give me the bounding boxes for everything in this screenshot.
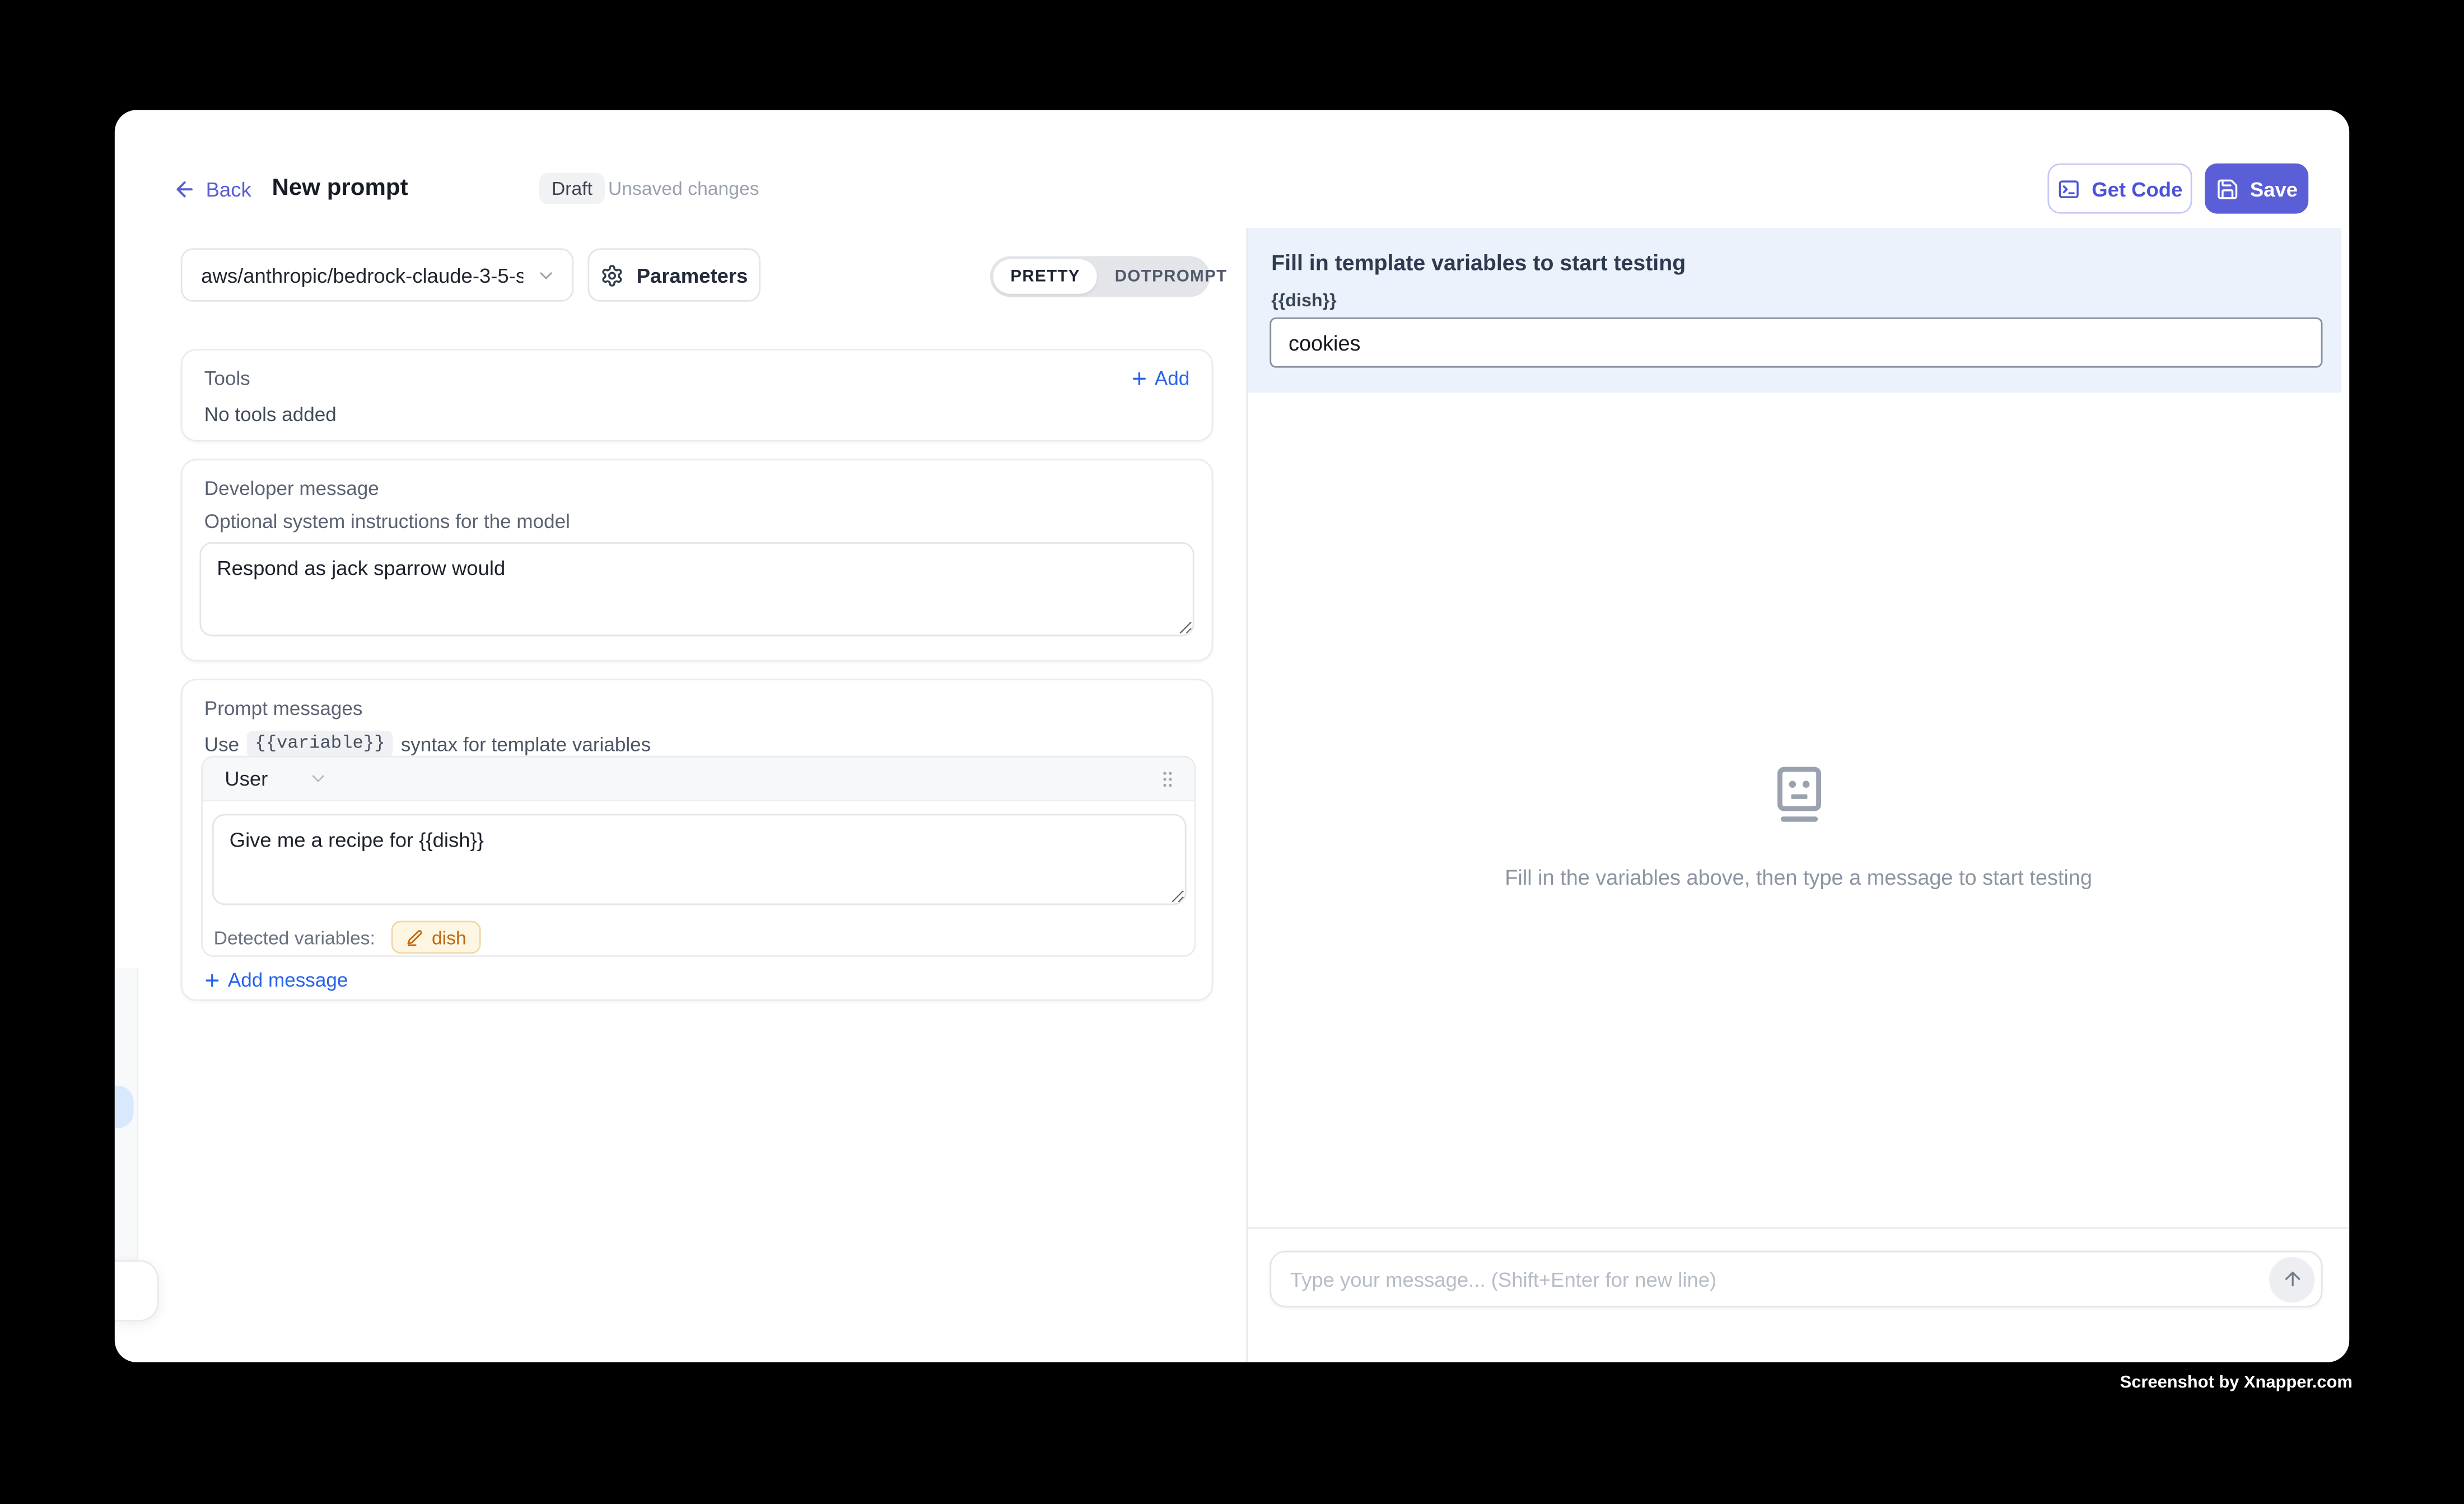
unsaved-changes-text: Unsaved changes bbox=[608, 178, 759, 199]
variable-name-label: {{dish}} bbox=[1271, 292, 1337, 311]
plus-icon bbox=[203, 971, 222, 990]
variable-badge-dish[interactable]: dish bbox=[391, 921, 480, 954]
variable-value-input[interactable] bbox=[1270, 317, 2322, 368]
message-block: User Detected variables: dish bbox=[201, 756, 1196, 957]
prompt-messages-title: Prompt messages bbox=[204, 698, 1189, 720]
tester-panel: Fill in template variables to start test… bbox=[1246, 228, 2349, 1362]
chat-input-bar bbox=[1270, 1251, 2322, 1307]
pencil-line-icon bbox=[405, 928, 424, 947]
message-header: User bbox=[203, 758, 1194, 802]
role-select-value: User bbox=[225, 767, 268, 790]
terminal-icon bbox=[2057, 177, 2080, 200]
tools-card: Tools Add No tools added bbox=[181, 349, 1214, 442]
syntax-suffix: syntax for template variables bbox=[401, 733, 651, 755]
syntax-code-chip: {{variable}} bbox=[247, 731, 393, 758]
back-button[interactable]: Back bbox=[173, 176, 251, 201]
variable-badge-label: dish bbox=[432, 926, 466, 948]
get-code-label: Get Code bbox=[2092, 177, 2182, 200]
watermark-text: Screenshot by Xnapper.com bbox=[2120, 1374, 2353, 1393]
detected-variables-label: Detected variables: bbox=[214, 926, 375, 948]
drag-handle-icon[interactable] bbox=[1156, 768, 1178, 790]
app-window: Back New prompt Draft Unsaved changes Ge… bbox=[115, 110, 2349, 1362]
parameters-button[interactable]: Parameters bbox=[587, 248, 760, 301]
model-selector[interactable]: aws/anthropic/bedrock-claude-3-5-s... bbox=[181, 248, 574, 301]
empty-state: Fill in the variables above, then type a… bbox=[1248, 762, 2349, 889]
add-message-label: Add message bbox=[228, 969, 348, 991]
toggle-dotprompt[interactable]: DOTPROMPT bbox=[1098, 259, 1245, 294]
detected-variables-row: Detected variables: dish bbox=[214, 921, 480, 954]
add-tool-button[interactable]: Add bbox=[1130, 368, 1189, 390]
chat-divider bbox=[1248, 1227, 2349, 1229]
chevron-down-icon bbox=[536, 265, 556, 285]
view-toggle: PRETTY DOTPROMPT bbox=[990, 256, 1210, 297]
user-message-textarea[interactable] bbox=[212, 814, 1187, 905]
parameters-label: Parameters bbox=[637, 263, 748, 287]
back-label: Back bbox=[206, 177, 251, 200]
model-selector-value: aws/anthropic/bedrock-claude-3-5-s... bbox=[201, 263, 523, 287]
status-badge: Draft bbox=[539, 173, 605, 204]
arrow-up-icon bbox=[2281, 1268, 2303, 1290]
plus-icon bbox=[1130, 369, 1149, 388]
tools-title: Tools bbox=[204, 368, 250, 390]
save-icon bbox=[2215, 177, 2239, 200]
developer-message-title: Developer message bbox=[204, 478, 1189, 499]
page-title: New prompt bbox=[272, 174, 408, 201]
send-button[interactable] bbox=[2269, 1256, 2314, 1301]
template-variables-section: Fill in template variables to start test… bbox=[1248, 228, 2341, 393]
role-select[interactable]: User bbox=[225, 767, 329, 790]
toggle-pretty[interactable]: PRETTY bbox=[993, 259, 1097, 294]
add-message-button[interactable]: Add message bbox=[203, 969, 348, 991]
tools-empty-text: No tools added bbox=[204, 404, 1189, 426]
chevron-down-icon bbox=[309, 768, 329, 788]
page: Back New prompt Draft Unsaved changes Ge… bbox=[0, 0, 2464, 1504]
tester-title: Fill in template variables to start test… bbox=[1271, 250, 1686, 275]
get-code-button[interactable]: Get Code bbox=[2047, 164, 2192, 214]
clipped-popover-card bbox=[115, 1260, 159, 1321]
gear-icon bbox=[600, 263, 624, 287]
developer-message-textarea[interactable] bbox=[199, 542, 1194, 636]
chat-message-input[interactable] bbox=[1271, 1267, 2269, 1291]
developer-message-card: Developer message Optional system instru… bbox=[181, 459, 1214, 661]
empty-state-text: Fill in the variables above, then type a… bbox=[1505, 866, 2092, 889]
prompt-messages-card: Prompt messages Use {{variable}} syntax … bbox=[181, 679, 1214, 1001]
syntax-hint: Use {{variable}} syntax for template var… bbox=[204, 731, 1189, 758]
bot-face-icon bbox=[1767, 762, 1830, 831]
save-button[interactable]: Save bbox=[2205, 164, 2308, 214]
add-tool-label: Add bbox=[1155, 368, 1189, 390]
developer-message-subtitle: Optional system instructions for the mod… bbox=[204, 511, 1189, 533]
syntax-prefix: Use bbox=[204, 733, 239, 755]
save-label: Save bbox=[2250, 177, 2298, 200]
arrow-left-icon bbox=[173, 177, 197, 200]
